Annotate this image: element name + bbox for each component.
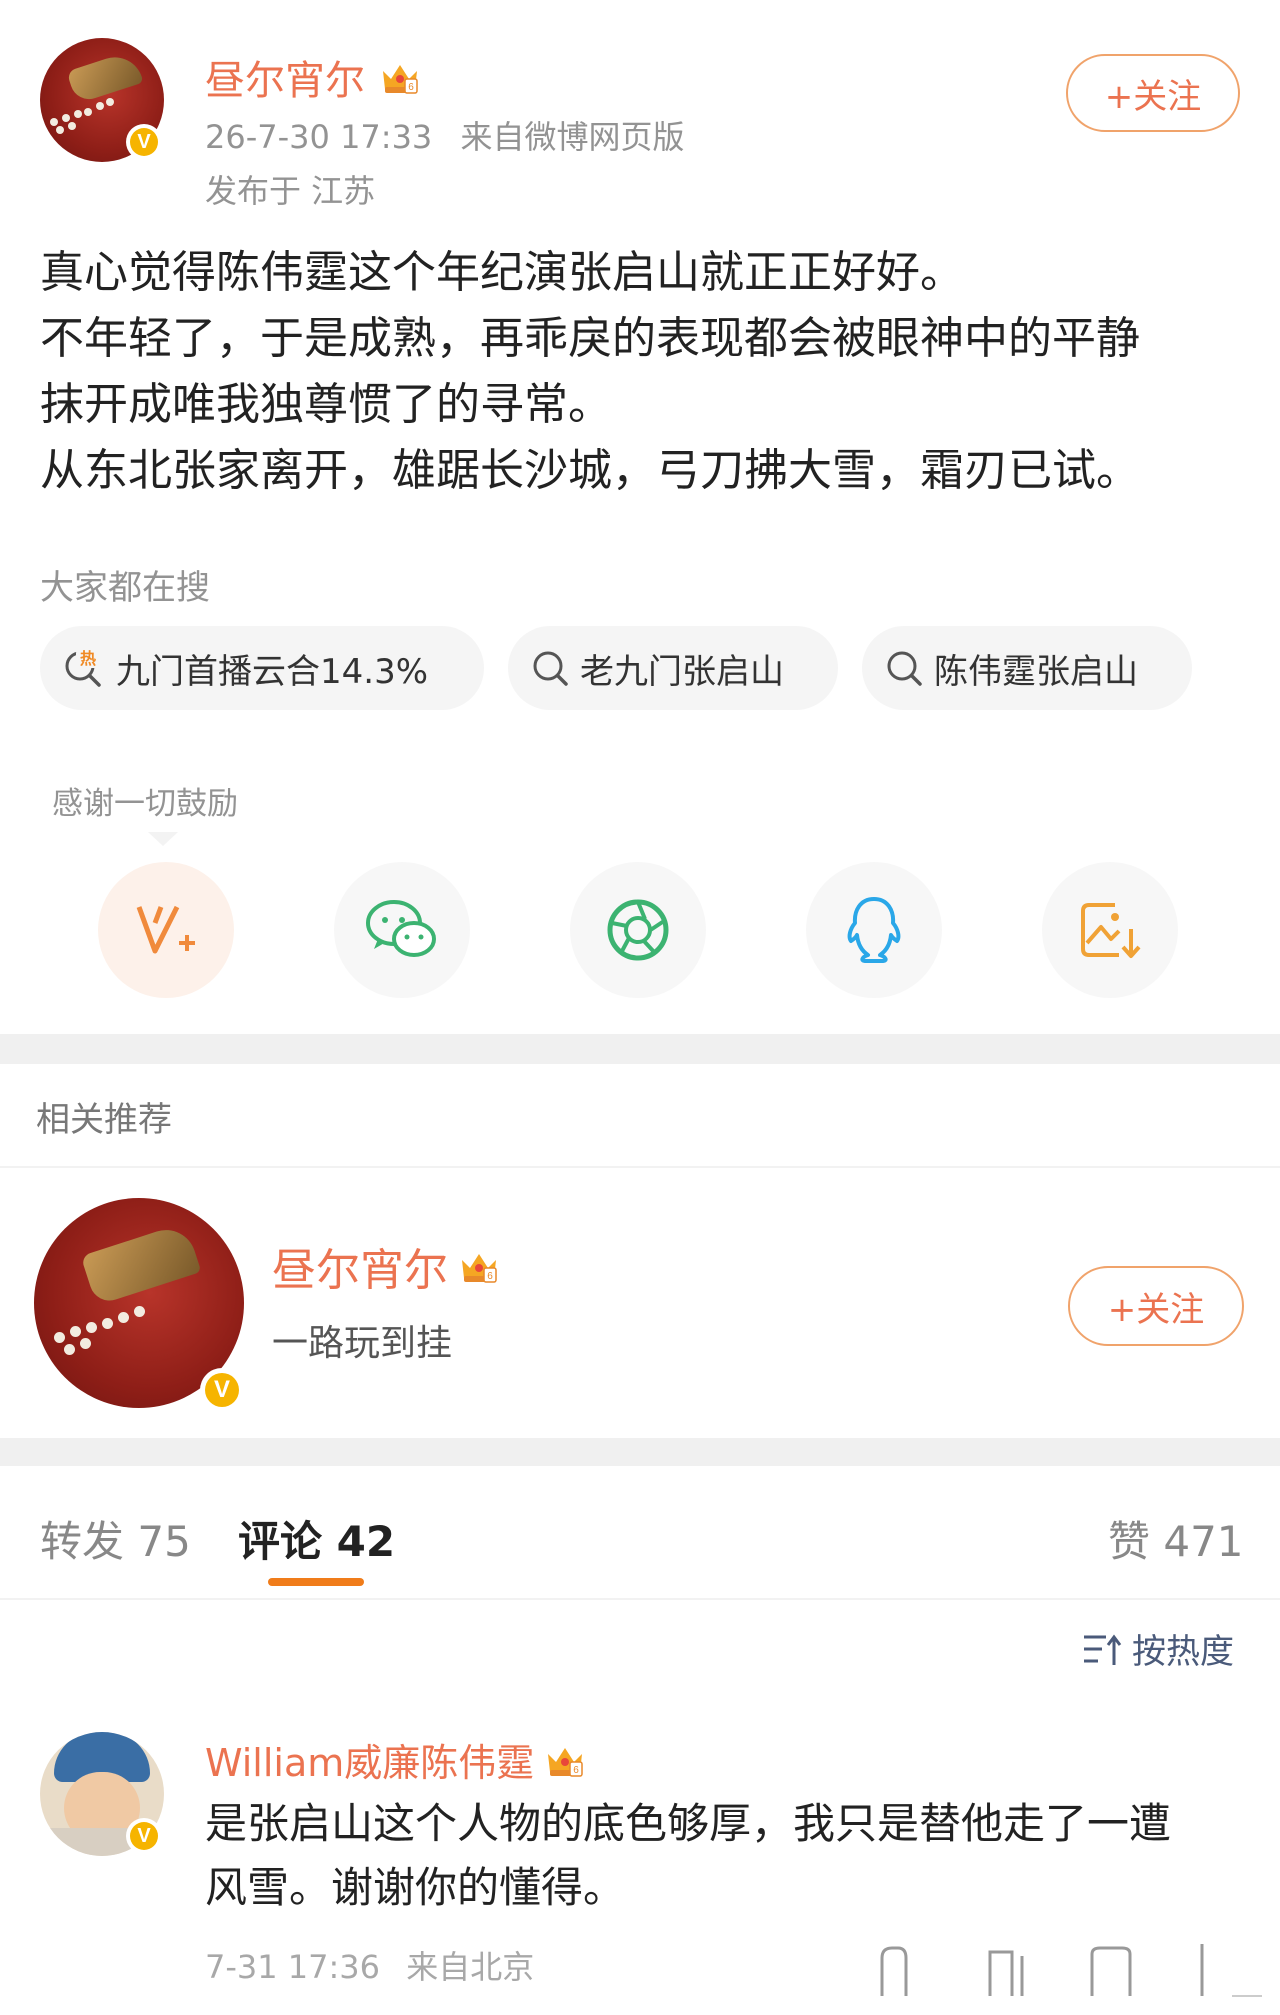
svg-text:6: 6	[408, 82, 414, 93]
hot-search-icon: 热	[65, 648, 101, 687]
comment-body: 是张启山这个人物的底色够厚，我只是替他走了一遭 风雪。谢谢你的懂得。	[205, 1792, 1171, 1920]
wechat-icon[interactable]	[334, 862, 470, 998]
svg-text:6: 6	[487, 1271, 493, 1282]
follow-button-label: +关注	[1107, 1289, 1205, 1330]
v-plus-icon[interactable]	[98, 862, 234, 998]
comment-source: 来自北京	[406, 1948, 535, 1986]
active-tab-indicator	[268, 1578, 364, 1586]
crown-icon: 6	[462, 1254, 497, 1283]
section-divider	[0, 1034, 1280, 1064]
sort-label: 按热度	[1132, 1632, 1234, 1672]
post-line: 从东北张家离开，雄踞长沙城，弓刀拂大雪，霜刃已试。	[40, 445, 1140, 496]
post-line: 真心觉得陈伟霆这个年纪演张启山就正正好好。	[40, 247, 964, 298]
trending-search-label: 大家都在搜	[40, 568, 210, 608]
tab-repost[interactable]: 转发 75	[40, 1508, 191, 1569]
divider	[0, 1166, 1280, 1168]
reward-tooltip: 感谢一切鼓励	[52, 786, 238, 822]
verified-badge-icon: V	[126, 124, 162, 160]
search-chip[interactable]: 陈伟霆张启山	[862, 626, 1192, 710]
divider	[0, 1598, 1280, 1600]
search-icon	[887, 651, 922, 686]
search-chip[interactable]: 老九门张启山	[508, 626, 838, 710]
related-label: 相关推荐	[36, 1100, 172, 1140]
tab-like[interactable]: 赞 471	[1108, 1508, 1244, 1569]
post-source: 来自微博网页版	[460, 118, 685, 156]
related-desc: 一路玩到挂	[272, 1323, 453, 1364]
crown-icon: 6	[548, 1747, 584, 1777]
comment-actions-icon[interactable]	[872, 1940, 1272, 2000]
follow-button-label: +关注	[1104, 76, 1202, 117]
svg-text:6: 6	[574, 1765, 580, 1776]
search-chip[interactable]: 热 九门首播云合14.3%	[40, 626, 484, 710]
post-time: 26-7-30 17:33	[205, 118, 433, 156]
tab-comment[interactable]: 评论 42	[238, 1508, 395, 1569]
sort-icon	[1084, 1634, 1122, 1665]
author-name[interactable]: 昼尔宵尔	[205, 48, 365, 106]
post-line: 不年轻了，于是成熟，再乖戾的表现都会被眼神中的平静	[40, 313, 1140, 364]
tooltip-arrow-icon	[148, 832, 178, 846]
post-location: 发布于 江苏	[205, 172, 376, 210]
sort-button[interactable]: 按热度	[1080, 1624, 1234, 1673]
related-follow-button[interactable]: +关注	[1068, 1266, 1244, 1346]
commenter-name[interactable]: William威廉陈伟霆	[205, 1732, 534, 1787]
search-chip-label: 老九门张启山	[580, 651, 784, 692]
comment-time: 7-31 17:36	[205, 1948, 381, 1986]
search-icon	[533, 651, 568, 686]
moments-icon[interactable]	[570, 862, 706, 998]
search-chip-label: 九门首播云合14.3%	[116, 651, 429, 692]
section-divider	[0, 1438, 1280, 1466]
crown-icon: 6	[383, 65, 418, 94]
qq-icon[interactable]	[806, 862, 942, 998]
follow-button[interactable]: +关注	[1066, 54, 1240, 132]
save-image-icon[interactable]	[1042, 862, 1178, 998]
verified-badge-icon: V	[126, 1818, 162, 1854]
comment-line: 是张启山这个人物的底色够厚，我只是替他走了一遭	[205, 1799, 1172, 1848]
verified-badge-icon: V	[200, 1368, 244, 1412]
svg-text:热: 热	[80, 649, 96, 668]
comment-line: 风雪。谢谢你的懂得。	[205, 1863, 626, 1912]
search-chip-label: 陈伟霆张启山	[934, 651, 1138, 692]
related-name[interactable]: 昼尔宵尔	[272, 1234, 448, 1298]
post-line: 抹开成唯我独尊惯了的寻常。	[40, 379, 612, 430]
post-body: 真心觉得陈伟霆这个年纪演张启山就正正好好。 不年轻了，于是成熟，再乖戾的表现都会…	[40, 240, 1240, 504]
